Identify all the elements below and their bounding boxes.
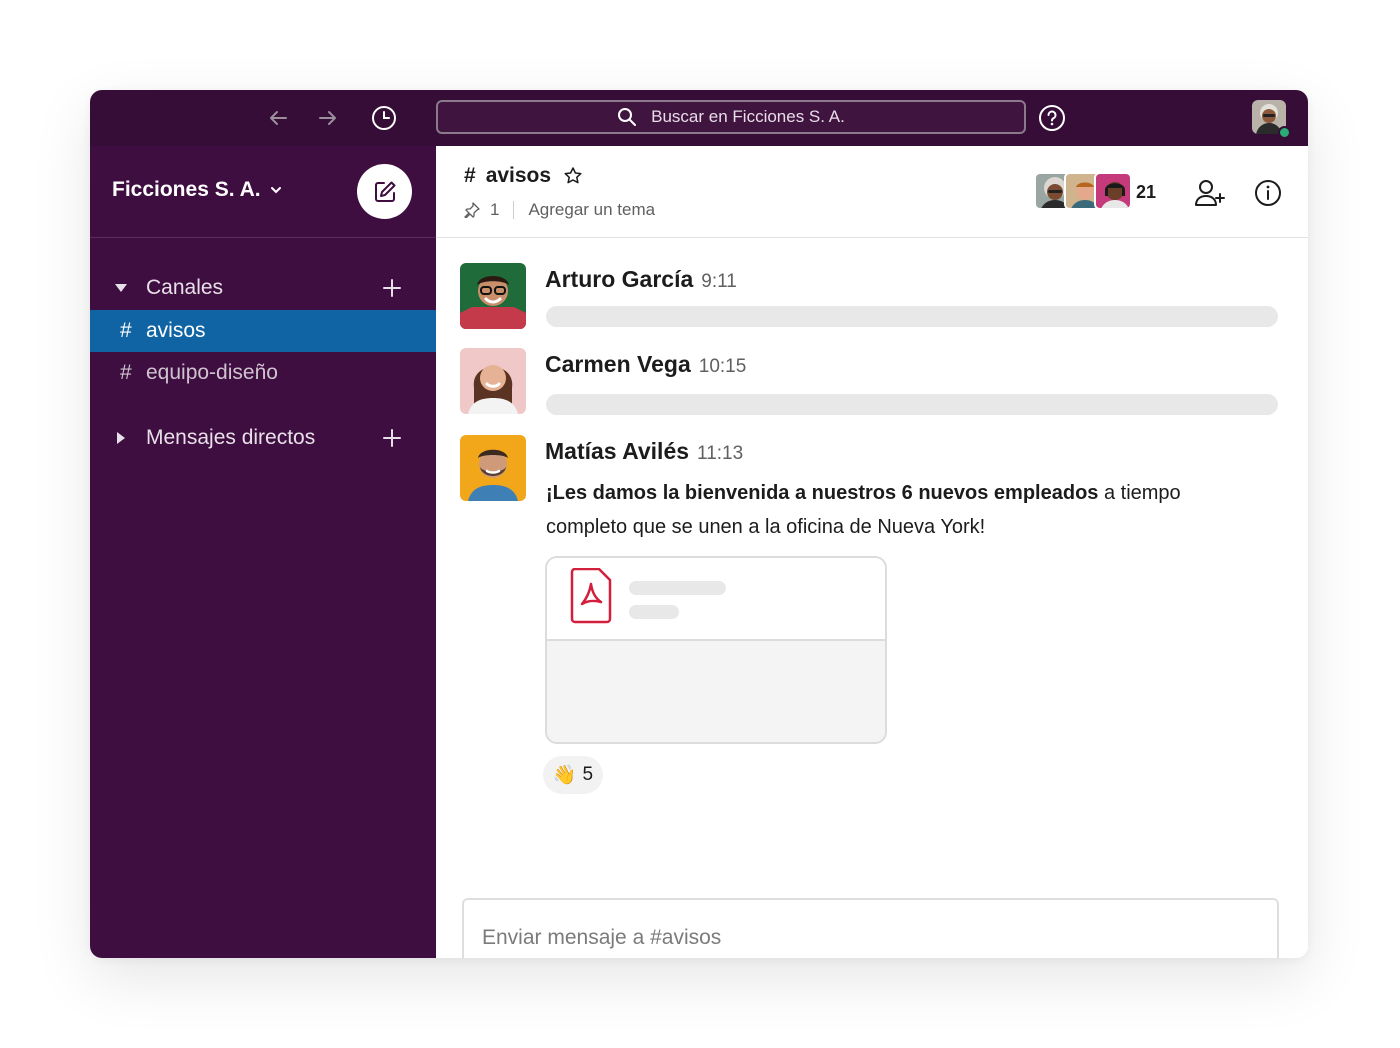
reaction-count: 5 — [582, 764, 594, 785]
sidebar-item-avisos[interactable]: # avisos — [90, 310, 436, 352]
message-text-placeholder — [546, 306, 1278, 327]
channel-header: # avisos 1 Agregar un tema 21 — [436, 146, 1308, 238]
attachment-meta-placeholder — [629, 605, 679, 619]
channel-title[interactable]: # avisos — [464, 164, 583, 188]
message-time[interactable]: 9:11 — [701, 271, 737, 292]
star-icon[interactable] — [563, 166, 583, 186]
pdf-attachment[interactable] — [545, 556, 887, 744]
help-icon — [1039, 105, 1065, 131]
plus-icon[interactable] — [380, 276, 404, 300]
plus-icon[interactable] — [380, 426, 404, 450]
info-icon — [1255, 180, 1281, 206]
message-time[interactable]: 10:15 — [699, 356, 747, 377]
message-author[interactable]: Matías Avilés 11:13 — [545, 438, 743, 465]
back-arrow-icon — [270, 111, 287, 125]
back-button[interactable] — [264, 104, 292, 132]
caret-down-icon — [115, 284, 127, 292]
add-user-button[interactable] — [1194, 178, 1226, 208]
wave-emoji-icon: 👋 — [552, 765, 577, 786]
author-name: Matías Avilés — [545, 438, 690, 464]
meta-divider — [513, 201, 515, 219]
search-bar[interactable]: Buscar en Ficciones S. A. — [436, 100, 1026, 134]
message-avatar-arturo[interactable] — [460, 263, 526, 329]
history-button[interactable] — [370, 104, 398, 132]
forward-arrow-icon — [319, 111, 336, 125]
author-name: Carmen Vega — [545, 351, 691, 377]
channel-hash: # — [120, 319, 132, 342]
channel-meta: 1 Agregar un tema — [464, 200, 655, 220]
attachment-title-placeholder — [629, 581, 726, 595]
message-text-placeholder — [546, 394, 1278, 415]
avatar — [1094, 172, 1132, 210]
channel-hash: # — [120, 361, 132, 384]
member-avatars[interactable] — [1034, 172, 1132, 210]
top-bar: Buscar en Ficciones S. A. — [90, 90, 1308, 146]
channel-hash: # — [464, 164, 476, 187]
message-input[interactable] — [464, 900, 1277, 958]
member-count[interactable]: 21 — [1136, 182, 1156, 203]
search-placeholder: Buscar en Ficciones S. A. — [651, 107, 845, 126]
workspace-header: Ficciones S. A. — [90, 146, 436, 238]
direct-messages-label: Mensajes directos — [146, 426, 316, 449]
channel-name: avisos — [146, 319, 206, 342]
pin-icon[interactable] — [464, 202, 480, 218]
history-icon — [372, 106, 396, 130]
caret-right-icon — [117, 432, 125, 444]
add-topic-link[interactable]: Agregar un tema — [528, 200, 655, 220]
channel-details-button[interactable] — [1254, 179, 1282, 207]
channel-name: equipo-diseño — [146, 361, 278, 384]
direct-messages-section-header[interactable]: Mensajes directos — [90, 418, 436, 458]
message-author[interactable]: Arturo García 9:11 — [545, 266, 737, 293]
channel-name: avisos — [485, 164, 552, 187]
pinned-count[interactable]: 1 — [490, 200, 499, 220]
message-time[interactable]: 11:13 — [697, 443, 743, 464]
workspace-menu[interactable]: Ficciones S. A. — [112, 178, 283, 202]
message-text: ¡Les damos la bienvenida a nuestros 6 nu… — [546, 476, 1236, 544]
message-avatar-carmen[interactable] — [460, 348, 526, 414]
message-author[interactable]: Carmen Vega 10:15 — [545, 351, 746, 378]
forward-button[interactable] — [314, 104, 342, 132]
attachment-header — [547, 558, 885, 641]
help-button[interactable] — [1038, 104, 1066, 132]
channels-section-header[interactable]: Canales — [90, 268, 436, 308]
compose-button[interactable] — [357, 164, 412, 219]
add-user-icon — [1195, 180, 1225, 206]
message-composer: 123 Aa — [462, 898, 1279, 958]
search-icon — [618, 108, 637, 126]
app-window: Buscar en Ficciones S. A. Ficciones S. A… — [90, 90, 1308, 958]
chevron-down-icon — [270, 187, 281, 194]
channels-section-label: Canales — [146, 276, 224, 299]
message-text-bold: ¡Les damos la bienvenida a nuestros 6 nu… — [546, 482, 1099, 504]
workspace-name: Ficciones S. A. — [112, 178, 261, 201]
online-status-indicator — [1278, 126, 1291, 139]
author-name: Arturo García — [545, 266, 694, 292]
channel-view: # avisos 1 Agregar un tema 21 Arturo Gar… — [436, 146, 1308, 958]
reaction-wave[interactable]: 👋 5 — [543, 756, 603, 794]
sidebar: Ficciones S. A. Canales # avisos # equip… — [90, 146, 436, 958]
pdf-icon — [570, 568, 612, 624]
message-avatar-matias[interactable] — [460, 435, 526, 501]
compose-icon — [374, 181, 395, 202]
sidebar-item-equipo-diseno[interactable]: # equipo-diseño — [90, 352, 436, 394]
